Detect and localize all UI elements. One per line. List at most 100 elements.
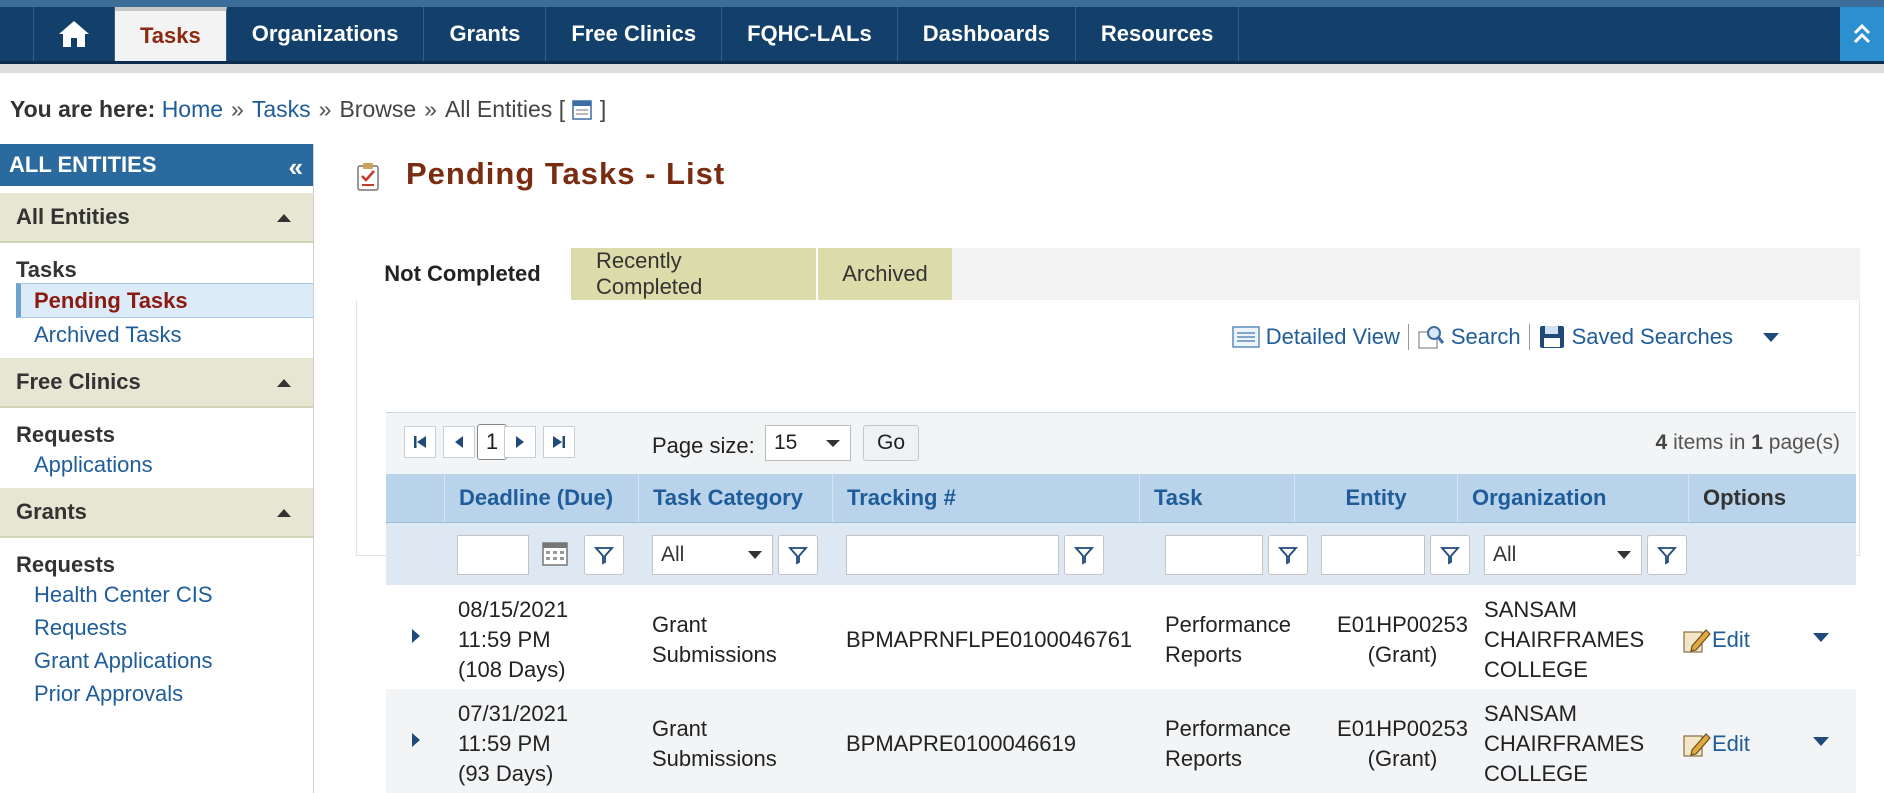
sidebar-item-grant-applications[interactable]: Grant Applications [0,644,313,677]
top-navigation: Tasks Organizations Grants Free Clinics … [0,0,1884,64]
nav-dashboards[interactable]: Dashboards [898,7,1076,61]
breadcrumb-browse: Browse [339,96,417,122]
prev-page-button[interactable] [443,426,475,458]
sidebar-group-free-clinics[interactable]: Free Clinics [0,357,313,408]
page-size-select[interactable]: 15 [765,425,851,461]
nav-organizations[interactable]: Organizations [227,7,425,61]
category-filter-select[interactable]: All [652,535,773,575]
expand-row-icon[interactable] [412,629,420,643]
page-title: Pending Tasks - List [406,156,726,191]
first-page-button[interactable] [404,426,436,458]
filter-icon [594,547,614,565]
sidebar-item-pending-tasks[interactable]: Pending Tasks [16,283,313,318]
nav-home[interactable] [33,7,115,61]
edit-link[interactable]: Edit [1682,729,1750,759]
sidebar-subheading-requests: Requests [16,552,116,577]
sidebar: ALL ENTITIES « All Entities Tasks Pendin… [0,144,314,793]
collapse-triangle-icon[interactable] [277,214,291,222]
dropdown-arrow-icon [826,440,840,447]
organization-cell: SANSAM CHAIRFRAMES COLLEGE [1484,597,1645,682]
detailed-view-link[interactable]: Detailed View [1266,324,1400,350]
go-button[interactable]: Go [863,425,919,461]
column-task-category[interactable]: Task Category [638,474,832,522]
prev-page-icon [455,436,463,448]
nav-fqhc-lals[interactable]: FQHC-LALs [722,7,898,61]
tab-bar: Not Completed Recently Completed Archive… [356,248,1860,300]
dropdown-arrow-icon [748,551,762,559]
calendar-icon[interactable] [541,539,569,567]
sidebar-item-archived-tasks[interactable]: Archived Tasks [0,318,313,351]
deadline-filter-input[interactable] [457,535,529,575]
tab-archived[interactable]: Archived [816,248,952,300]
nav-free-clinics[interactable]: Free Clinics [546,7,723,61]
task-cell: Performance Reports [1165,716,1291,771]
search-icon [1418,326,1444,349]
sidebar-item-prior-approvals[interactable]: Prior Approvals [0,677,313,710]
tracking-filter-button[interactable] [1064,535,1104,575]
task-filter-input[interactable] [1165,535,1263,575]
sidebar-collapse-icon[interactable]: « [289,152,303,183]
sidebar-item-health-center-cis[interactable]: Health Center CIS [0,578,313,611]
entity-filter-button[interactable] [1430,535,1470,575]
tab-recently-completed[interactable]: Recently Completed [569,248,816,300]
list-view-icon [1231,326,1260,348]
sidebar-group-grants[interactable]: Grants [0,487,313,538]
last-page-button[interactable] [543,426,575,458]
breadcrumb-tasks[interactable]: Tasks [252,96,311,122]
category-filter-button[interactable] [778,535,818,575]
column-entity[interactable]: Entity [1294,474,1457,522]
sidebar-item-health-center-cis-requests[interactable]: Requests [0,611,313,644]
breadcrumb: You are here: Home» Tasks» Browse» All Enti… [10,96,607,122]
filter-icon [1657,547,1677,565]
tool-links: Detailed View Search Saved Searches [1231,324,1779,350]
table-row: 08/15/2021 11:59 PM (108 Days) Grant Submis… [386,585,1856,689]
grid-header: Deadline (Due) Task Category Tracking # … [386,474,1856,523]
column-deadline[interactable]: Deadline (Due) [444,474,638,522]
nav-resources[interactable]: Resources [1076,7,1240,61]
clipboard-icon [357,163,379,191]
edit-pencil-icon [1683,733,1711,757]
column-task[interactable]: Task [1139,474,1294,522]
sidebar-header: ALL ENTITIES « [0,144,313,186]
next-page-button[interactable] [504,426,536,458]
nav-collapse-button[interactable] [1840,7,1884,61]
organization-filter-button[interactable] [1647,535,1687,575]
sidebar-group-all-entities[interactable]: All Entities [0,192,313,243]
category-cell: Grant Submissions [652,716,777,771]
collapse-triangle-icon[interactable] [277,509,291,517]
nav-tasks[interactable]: Tasks [115,7,227,61]
expand-row-icon[interactable] [412,733,420,747]
filter-icon [788,547,808,565]
column-options: Options [1688,474,1856,522]
nav-top-shade [0,0,1884,7]
double-chevron-up-icon [1853,23,1871,44]
tab-not-completed[interactable]: Not Completed [356,248,569,300]
current-page[interactable]: 1 [477,424,507,460]
sidebar-subheading-requests: Requests [16,422,116,447]
edit-link[interactable]: Edit [1682,625,1750,655]
breadcrumb-all-entities: All Entities [444,96,553,122]
search-link[interactable]: Search [1451,324,1521,350]
task-filter-button[interactable] [1268,535,1308,575]
row-options-dropdown-icon[interactable] [1813,737,1829,746]
tracking-filter-input[interactable] [846,535,1059,575]
filter-icon [1278,547,1298,565]
saved-searches-link[interactable]: Saved Searches [1572,324,1733,350]
task-cell: Performance Reports [1165,612,1291,667]
collapse-triangle-icon[interactable] [277,379,291,387]
category-cell: Grant Submissions [652,612,777,667]
deadline-filter-button[interactable] [584,535,624,575]
column-tracking[interactable]: Tracking # [832,474,1139,522]
print-icon[interactable] [571,99,593,121]
header-divider [0,64,1884,73]
saved-searches-dropdown-icon[interactable] [1763,332,1779,342]
nav-grants[interactable]: Grants [424,7,547,61]
organization-filter-select[interactable]: All [1484,535,1642,575]
breadcrumb-home[interactable]: Home [162,96,223,122]
sidebar-item-applications[interactable]: Applications [0,448,313,481]
entity-filter-input[interactable] [1321,535,1425,575]
column-organization[interactable]: Organization [1457,474,1688,522]
row-options-dropdown-icon[interactable] [1813,633,1829,642]
breadcrumb-label: You are here: [10,96,156,122]
save-disk-icon [1539,326,1564,348]
